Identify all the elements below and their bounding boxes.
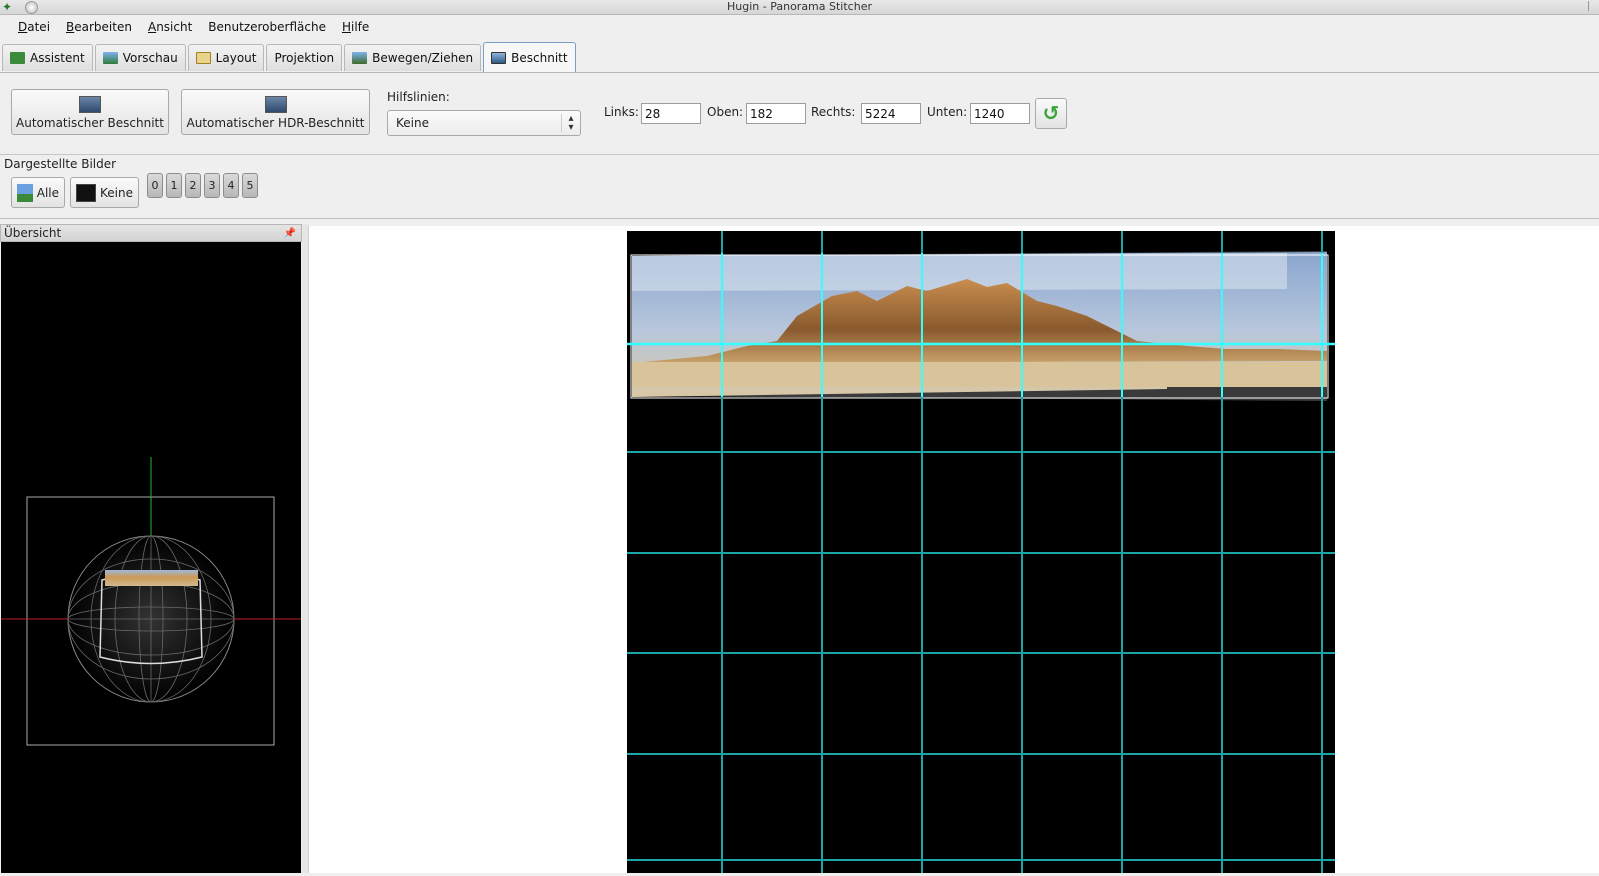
reset-button[interactable]: ↺ (1035, 98, 1067, 129)
menu-datei[interactable]: Datei (18, 20, 50, 34)
separator (0, 154, 1599, 155)
auto-hdr-crop-button[interactable]: Automatischer HDR-Beschnitt (181, 89, 370, 135)
auto-crop-button[interactable]: Automatischer Beschnitt (11, 89, 169, 135)
layout-icon (195, 52, 211, 64)
displayed-images-label: Dargestellte Bilder (4, 157, 117, 171)
overview-canvas[interactable] (1, 242, 301, 873)
auto-hdr-crop-icon (264, 96, 287, 113)
guides-select[interactable]: Keine ▴ ▾ (387, 110, 581, 136)
menu-ansicht[interactable]: Ansicht (148, 20, 192, 34)
auto-crop-icon (79, 96, 101, 113)
right-label: Rechts: (811, 105, 856, 119)
bottom-label: Unten: (927, 105, 968, 119)
tab-vorschau[interactable]: Vorschau (94, 44, 186, 71)
left-input[interactable] (641, 103, 701, 124)
menu-bar: Datei Bearbeiten Ansicht Benutzeroberflä… (0, 16, 1599, 38)
overview-header: Übersicht 📌 (0, 224, 302, 242)
panorama-patch (105, 570, 198, 586)
image-toggle-3[interactable]: 3 (204, 173, 220, 198)
left-label: Links: (604, 105, 639, 119)
window-title: Hugin - Panorama Stitcher (727, 0, 872, 13)
crop-icon (491, 51, 507, 64)
overview-title: Übersicht (4, 226, 62, 240)
bottom-input[interactable] (970, 103, 1030, 124)
show-none-button[interactable]: Keine (70, 177, 139, 208)
tab-panel-border (0, 72, 1599, 73)
title-bar: ✦ Hugin - Panorama Stitcher (0, 0, 1599, 15)
menu-hilfe[interactable]: Hilfe (342, 20, 369, 34)
app-icon: ✦ (2, 0, 13, 14)
preview-icon (102, 52, 118, 64)
tab-bewegen-ziehen[interactable]: Bewegen/Ziehen (344, 44, 482, 71)
guides-label: Hilfslinien: (387, 90, 450, 104)
overview-sphere (1, 457, 301, 746)
menu-bearbeiten[interactable]: Bearbeiten (66, 20, 132, 34)
right-input[interactable] (861, 103, 921, 124)
pin-icon[interactable]: 📌 (284, 226, 296, 242)
move-drag-icon (352, 52, 368, 64)
assistant-icon (10, 52, 25, 64)
window-menu-button[interactable] (25, 1, 38, 14)
reset-icon: ↺ (1042, 101, 1060, 125)
top-input[interactable] (746, 103, 806, 124)
show-all-button[interactable]: Alle (11, 177, 65, 208)
image-toggle-0[interactable]: 0 (147, 173, 163, 198)
tab-beschnitt[interactable]: Beschnitt (483, 42, 576, 72)
guides-select-value: Keine (396, 116, 429, 130)
toolbar-bottom-border (0, 218, 1599, 219)
tab-assistent[interactable]: Assistent (2, 44, 93, 71)
tab-layout[interactable]: Layout (187, 44, 265, 71)
image-toggle-1[interactable]: 1 (166, 173, 182, 198)
crop-canvas[interactable] (627, 231, 1335, 873)
crop-canvas-svg (627, 231, 1335, 873)
select-arrows-icon: ▴ ▾ (561, 114, 580, 133)
menu-benutzeroberflaeche[interactable]: Benutzeroberfläche (208, 20, 326, 34)
no-images-icon (76, 183, 96, 202)
all-images-icon (17, 183, 33, 202)
image-toggle-5[interactable]: 5 (242, 173, 258, 198)
tab-bar: Assistent Vorschau Layout Projektion Bew… (2, 42, 578, 72)
top-label: Oben: (707, 105, 744, 119)
image-toggle-4[interactable]: 4 (223, 173, 239, 198)
image-toggle-2[interactable]: 2 (185, 173, 201, 198)
tab-projektion[interactable]: Projektion (266, 44, 343, 71)
window-control[interactable] (1588, 1, 1597, 11)
